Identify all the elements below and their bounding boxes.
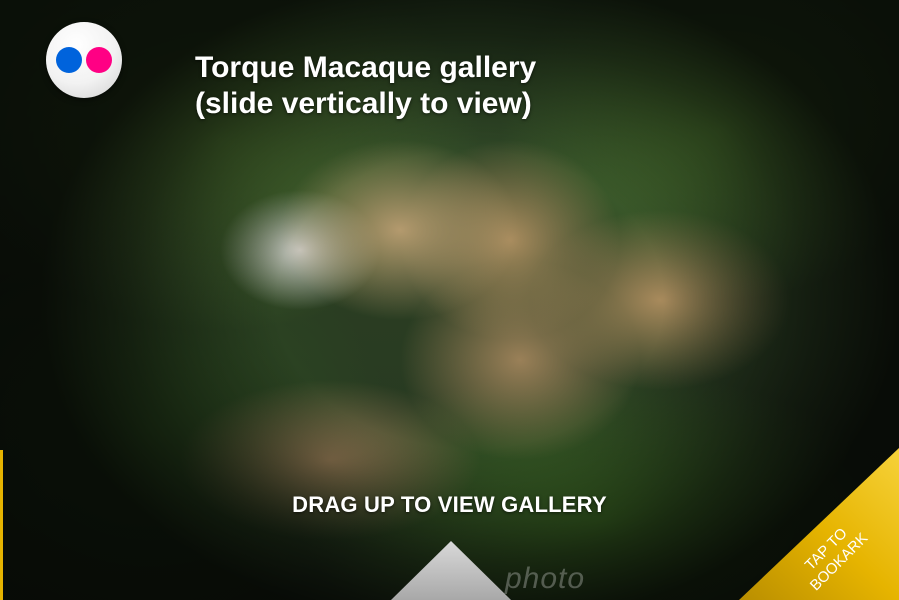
pink-dot-icon [86, 47, 112, 73]
photo-watermark: photo [505, 562, 586, 595]
blue-dot-icon [56, 47, 82, 73]
gallery-cover[interactable]: Torque Macaque gallery (slide vertically… [0, 0, 899, 600]
up-triangle-icon[interactable] [391, 541, 511, 600]
tap-to-bookmark-button[interactable]: TAP TO BOOKARK [739, 448, 899, 600]
flickr-logo-icon[interactable] [46, 22, 122, 98]
title-line-2: (slide vertically to view) [195, 87, 532, 120]
left-accent-bar [0, 450, 3, 600]
page-title: Torque Macaque gallery (slide vertically… [195, 50, 536, 122]
title-line-1: Torque Macaque gallery [195, 51, 537, 84]
